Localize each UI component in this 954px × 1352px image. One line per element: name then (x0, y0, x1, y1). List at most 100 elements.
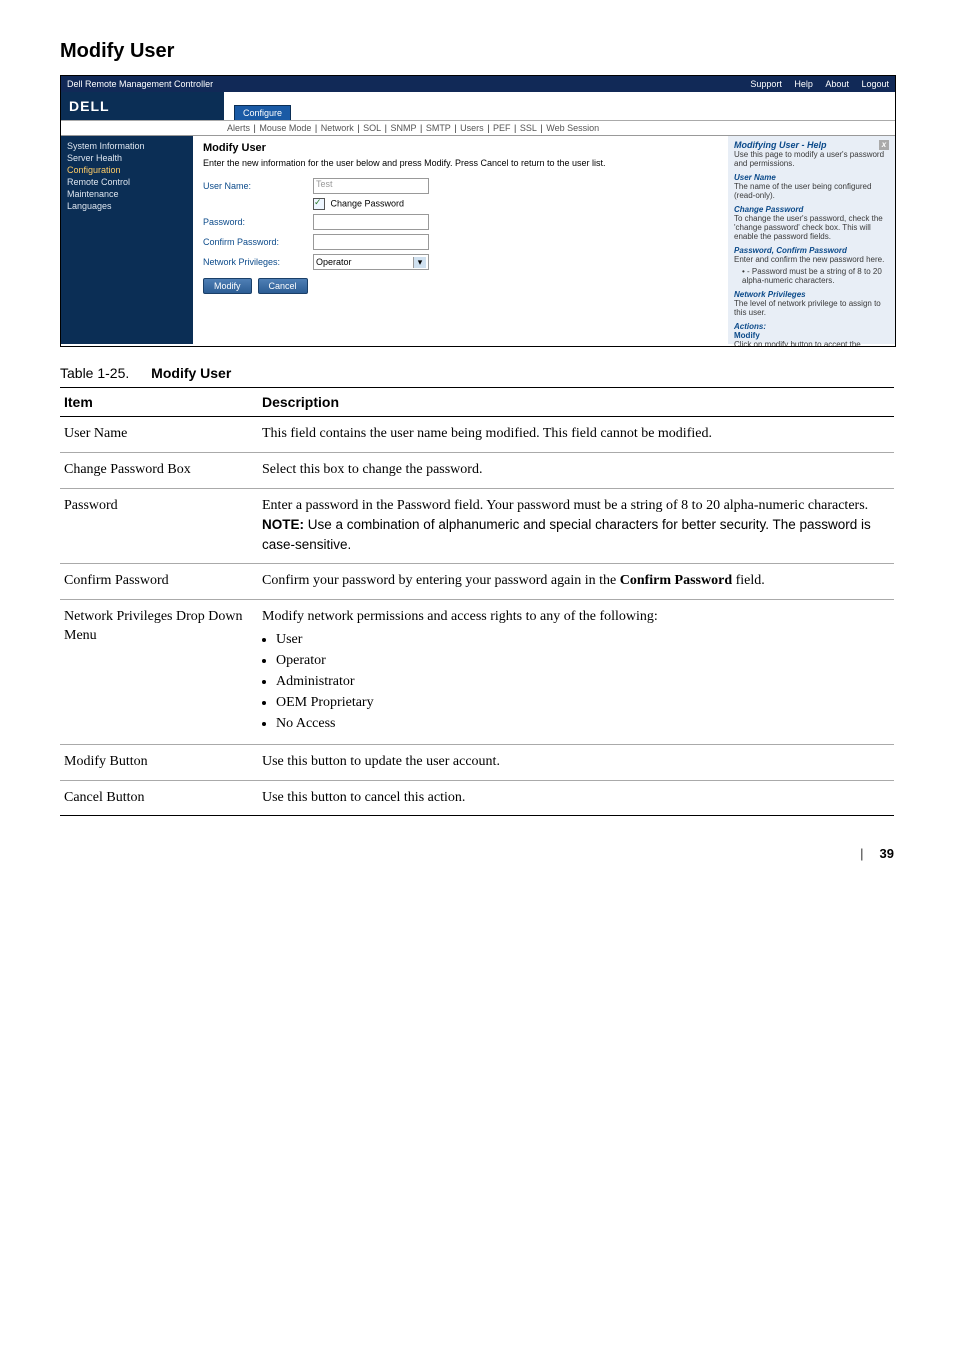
page-number: 39 (880, 846, 894, 861)
link-about[interactable]: About (825, 79, 849, 89)
cell-desc: Modify network permissions and access ri… (258, 600, 894, 744)
label-username: User Name: (203, 181, 313, 191)
cell-desc: Select this box to change the password. (258, 452, 894, 488)
cell-item: Cancel Button (60, 780, 258, 816)
bullet-noaccess: No Access (276, 715, 890, 734)
cancel-button[interactable]: Cancel (258, 278, 308, 294)
password-field[interactable] (313, 214, 429, 230)
th-desc: Description (258, 388, 894, 417)
label-priv: Network Privileges: (203, 257, 313, 267)
help-t-act: Click on modify button to accept the mod… (734, 340, 874, 347)
panel-desc: Enter the new information for the user b… (203, 158, 718, 168)
app-title: Dell Remote Management Controller (67, 79, 213, 89)
tab-alerts[interactable]: Alerts (227, 123, 250, 133)
table-caption: Table 1-25. Modify User (60, 365, 894, 381)
cell-desc: Enter a password in the Password field. … (258, 488, 894, 564)
close-icon[interactable]: x (879, 140, 889, 150)
confirm-password-field[interactable] (313, 234, 429, 250)
cell-item: Password (60, 488, 258, 564)
cell-desc: This field contains the user name being … (258, 417, 894, 453)
table-row: Password Enter a password in the Passwor… (60, 488, 894, 564)
cell-text: Enter a password in the Password field. … (262, 498, 868, 513)
help-t-np: The level of network privilege to assign… (734, 299, 881, 317)
help-h-pw: Password, Confirm Password (734, 246, 847, 255)
nav-sysinfo[interactable]: System Information (67, 140, 187, 152)
panel-title: Modify User (203, 142, 718, 154)
cell-pre: Confirm your password by entering your p… (262, 573, 620, 588)
tab-sol[interactable]: SOL (363, 123, 381, 133)
cell-desc: Use this button to cancel this action. (258, 780, 894, 816)
note-bold: NOTE: (262, 517, 304, 532)
help-h-cp: Change Password (734, 205, 803, 214)
cell-item: Network Privileges Drop Down Menu (60, 600, 258, 744)
subtab-row: Alerts | Mouse Mode | Network | SOL | SN… (61, 121, 895, 136)
th-item: Item (60, 388, 258, 417)
help-t-username: The name of the user being configured (r… (734, 182, 871, 200)
bullet-user: User (276, 631, 890, 650)
brand-logo: DELL (61, 92, 224, 120)
table-title: Modify User (151, 365, 231, 381)
help-t-pw: Enter and confirm the new password here. (734, 255, 884, 264)
link-logout[interactable]: Logout (861, 79, 889, 89)
help-t-cp: To change the user's password, check the… (734, 214, 883, 241)
table-row: User Name This field contains the user n… (60, 417, 894, 453)
nav-maint[interactable]: Maintenance (67, 188, 187, 200)
bullet-admin: Administrator (276, 673, 890, 692)
section-title: Modify User (60, 40, 894, 63)
bullet-operator: Operator (276, 652, 890, 671)
nav-lang[interactable]: Languages (67, 200, 187, 212)
tab-smtp[interactable]: SMTP (426, 123, 451, 133)
cell-desc: Use this button to update the user accou… (258, 744, 894, 780)
help-title: Modifying User - Help (734, 140, 827, 150)
cell-post: field. (732, 573, 765, 588)
help-h-act: Actions: (734, 322, 766, 331)
cell-item: Confirm Password (60, 564, 258, 600)
table-row: Modify Button Use this button to update … (60, 744, 894, 780)
privileges-value: Operator (316, 257, 352, 267)
cell-intro: Modify network permissions and access ri… (262, 609, 658, 624)
tab-configure[interactable]: Configure (234, 105, 291, 120)
help-panel: Modifying User - Help x Use this page to… (728, 136, 895, 344)
chevron-down-icon: ▾ (413, 257, 426, 268)
tab-pef[interactable]: PEF (493, 123, 511, 133)
page-footer: |39 (60, 846, 894, 861)
tab-ssl[interactable]: SSL (520, 123, 537, 133)
nav-health[interactable]: Server Health (67, 152, 187, 164)
screenshot-figure: Dell Remote Management Controller Suppor… (60, 75, 896, 347)
label-password: Password: (203, 217, 313, 227)
username-field[interactable]: Test (313, 178, 429, 194)
cell-item: Change Password Box (60, 452, 258, 488)
modify-button[interactable]: Modify (203, 278, 252, 294)
table-row: Network Privileges Drop Down Menu Modify… (60, 600, 894, 744)
help-act-mod: Modify (734, 331, 760, 340)
privileges-dropdown[interactable]: Operator ▾ (313, 254, 429, 270)
bullet-oem: OEM Proprietary (276, 694, 890, 713)
link-help[interactable]: Help (794, 79, 813, 89)
table-row: Confirm Password Confirm your password b… (60, 564, 894, 600)
tab-network[interactable]: Network (321, 123, 354, 133)
cell-desc: Confirm your password by entering your p… (258, 564, 894, 600)
cell-field: Confirm Password (620, 573, 732, 588)
modify-user-table: Item Description User Name This field co… (60, 387, 894, 816)
tab-mouse[interactable]: Mouse Mode (259, 123, 311, 133)
label-confirm: Confirm Password: (203, 237, 313, 247)
link-support[interactable]: Support (750, 79, 782, 89)
help-pw-bullet: - Password must be a string of 8 to 20 a… (742, 267, 882, 285)
note-rest: Use a combination of alphanumeric and sp… (262, 517, 871, 552)
help-h-np: Network Privileges (734, 290, 806, 299)
table-row: Cancel Button Use this button to cancel … (60, 780, 894, 816)
left-nav: System Information Server Health Configu… (61, 136, 193, 344)
help-h-username: User Name (734, 173, 776, 182)
help-intro: Use this page to modify a user's passwor… (734, 150, 889, 168)
change-password-checkbox[interactable]: Change Password (313, 198, 404, 210)
table-number: Table 1-25. (60, 365, 129, 381)
change-password-label: Change Password (331, 198, 405, 208)
cell-item: User Name (60, 417, 258, 453)
tab-snmp[interactable]: SNMP (390, 123, 416, 133)
nav-config[interactable]: Configuration (67, 164, 187, 176)
table-row: Change Password Box Select this box to c… (60, 452, 894, 488)
cell-item: Modify Button (60, 744, 258, 780)
tab-web[interactable]: Web Session (546, 123, 599, 133)
nav-remote[interactable]: Remote Control (67, 176, 187, 188)
tab-users[interactable]: Users (460, 123, 484, 133)
